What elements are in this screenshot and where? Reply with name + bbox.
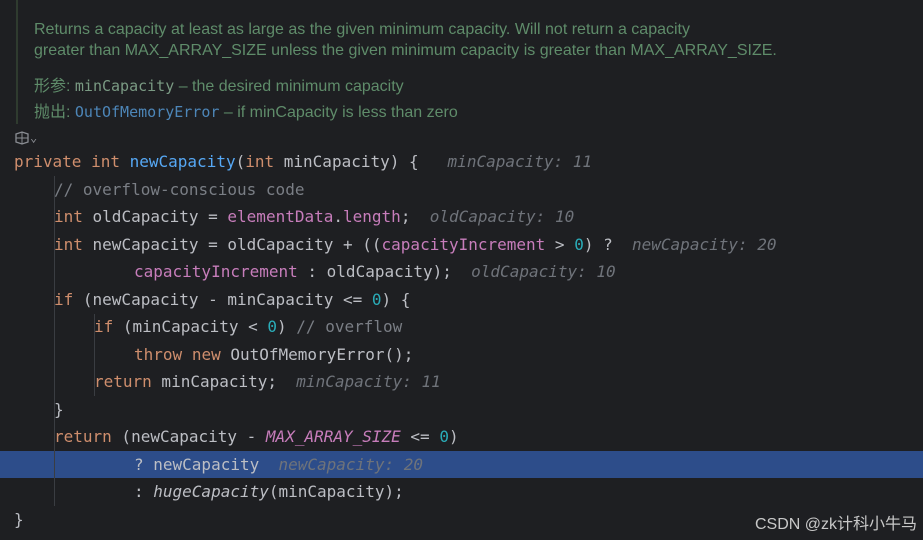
- static-constant: MAX_ARRAY_SIZE: [265, 427, 401, 446]
- keyword: int: [245, 152, 275, 171]
- doc-throws-row: 抛出: OutOfMemoryError – if minCapacity is…: [34, 98, 458, 122]
- code-line-2[interactable]: // overflow-conscious code: [54, 176, 304, 203]
- doc-throws-description: – if minCapacity is less than zero: [219, 104, 458, 121]
- inlay-hint: minCapacity: 11: [296, 372, 441, 391]
- number-literal: 0: [267, 317, 278, 336]
- indent-guide: [54, 259, 55, 286]
- inlay-hint: oldCapacity: 10: [471, 262, 616, 281]
- code-line-9[interactable]: return minCapacity; minCapacity: 11: [94, 368, 441, 395]
- code-line-3[interactable]: int oldCapacity = elementData.length; ol…: [54, 203, 574, 230]
- keyword: int: [91, 152, 120, 171]
- doc-throws-link[interactable]: OutOfMemoryError: [75, 103, 220, 121]
- code-text: oldCapacity =: [82, 207, 228, 226]
- comment: // overflow: [296, 317, 403, 336]
- inlay-hint: newCapacity: 20: [632, 235, 777, 254]
- watermark: CSDN @zk计科小牛马: [754, 516, 917, 533]
- code-text: (newCapacity - minCapacity <=: [73, 290, 372, 309]
- code-line-14[interactable]: }: [14, 506, 24, 533]
- code-text: minCapacity) {: [274, 152, 419, 171]
- code-text: ) {: [381, 290, 411, 309]
- keyword: if: [54, 290, 74, 309]
- inlay-hint: minCapacity: 11: [447, 152, 593, 171]
- number-literal: 0: [439, 427, 449, 446]
- field-ref: capacityIncrement: [134, 262, 298, 281]
- code-line-10[interactable]: }: [54, 396, 64, 423]
- field-ref: length: [343, 207, 401, 226]
- code-text: (newCapacity -: [111, 427, 266, 446]
- doc-param-label: 形参:: [34, 78, 71, 95]
- code-text: (minCapacity <: [113, 317, 268, 336]
- method-call[interactable]: hugeCapacity: [153, 482, 269, 501]
- reader-mode-toggle[interactable]: ⌄: [14, 130, 42, 148]
- keyword: return: [94, 372, 152, 391]
- code-text: (minCapacity);: [268, 482, 404, 501]
- doc-description-line-1: Returns a capacity at least as large as …: [34, 21, 690, 38]
- keyword: return: [54, 427, 112, 446]
- code-line-5[interactable]: capacityIncrement : oldCapacity); oldCap…: [134, 258, 616, 285]
- method-name[interactable]: newCapacity: [130, 152, 236, 171]
- code-text: ? newCapacity: [134, 455, 260, 474]
- keyword: int: [54, 207, 83, 226]
- keyword: private: [14, 152, 82, 171]
- doc-param-name: minCapacity: [74, 77, 175, 95]
- code-line-12[interactable]: ? newCapacity newCapacity: 20: [134, 451, 423, 478]
- keyword: new: [191, 345, 221, 364]
- indent-guide: [54, 451, 55, 506]
- doc-param-description: – the desired minimum capacity: [174, 78, 404, 95]
- code-text: (: [235, 152, 246, 171]
- inlay-hint: newCapacity: 20: [278, 455, 424, 474]
- code-line-7[interactable]: if (minCapacity < 0) // overflow: [94, 313, 402, 340]
- code-text: ) ?: [583, 235, 613, 254]
- number-literal: 0: [371, 290, 382, 309]
- field-ref: capacityIncrement: [381, 235, 546, 254]
- doc-throws-label: 抛出:: [34, 104, 71, 121]
- number-literal: 0: [574, 235, 584, 254]
- code-line-11[interactable]: return (newCapacity - MAX_ARRAY_SIZE <= …: [54, 423, 459, 450]
- keyword: if: [94, 317, 114, 336]
- chevron-down-icon[interactable]: ⌄: [30, 131, 37, 145]
- code-text: }: [14, 510, 24, 529]
- code-line-4[interactable]: int newCapacity = oldCapacity + ((capaci…: [54, 231, 777, 258]
- code-line-6[interactable]: if (newCapacity - minCapacity <= 0) {: [54, 286, 410, 313]
- code-text: ): [448, 427, 459, 446]
- code-text: .: [333, 207, 344, 226]
- code-text: minCapacity;: [151, 372, 278, 391]
- reader-mode-icon: [15, 131, 29, 145]
- code-text: ;: [400, 207, 411, 226]
- code-text: newCapacity = oldCapacity + ((: [82, 235, 382, 254]
- keyword: int: [54, 235, 83, 254]
- field-ref: elementData: [227, 207, 334, 226]
- code-text: ): [277, 317, 297, 336]
- comment: // overflow-conscious code: [54, 180, 305, 199]
- code-line-1[interactable]: private int newCapacity(int minCapacity)…: [14, 148, 592, 175]
- inlay-hint: oldCapacity: 10: [429, 207, 575, 226]
- doc-description-line-2: greater than MAX_ARRAY_SIZE unless the g…: [34, 42, 777, 59]
- code-line-13[interactable]: : hugeCapacity(minCapacity);: [134, 478, 404, 505]
- code-line-8[interactable]: throw new OutOfMemoryError();: [134, 341, 413, 368]
- code-text: >: [545, 235, 575, 254]
- code-text: : oldCapacity);: [297, 262, 452, 281]
- code-text: <=: [400, 427, 440, 446]
- keyword: throw: [134, 345, 183, 364]
- code-text: OutOfMemoryError();: [220, 345, 414, 364]
- code-text: :: [134, 482, 154, 501]
- code-text: }: [54, 400, 64, 419]
- doc-param-row: 形参: minCapacity – the desired minimum ca…: [34, 72, 404, 96]
- rendered-javadoc: Returns a capacity at least as large as …: [16, 0, 923, 124]
